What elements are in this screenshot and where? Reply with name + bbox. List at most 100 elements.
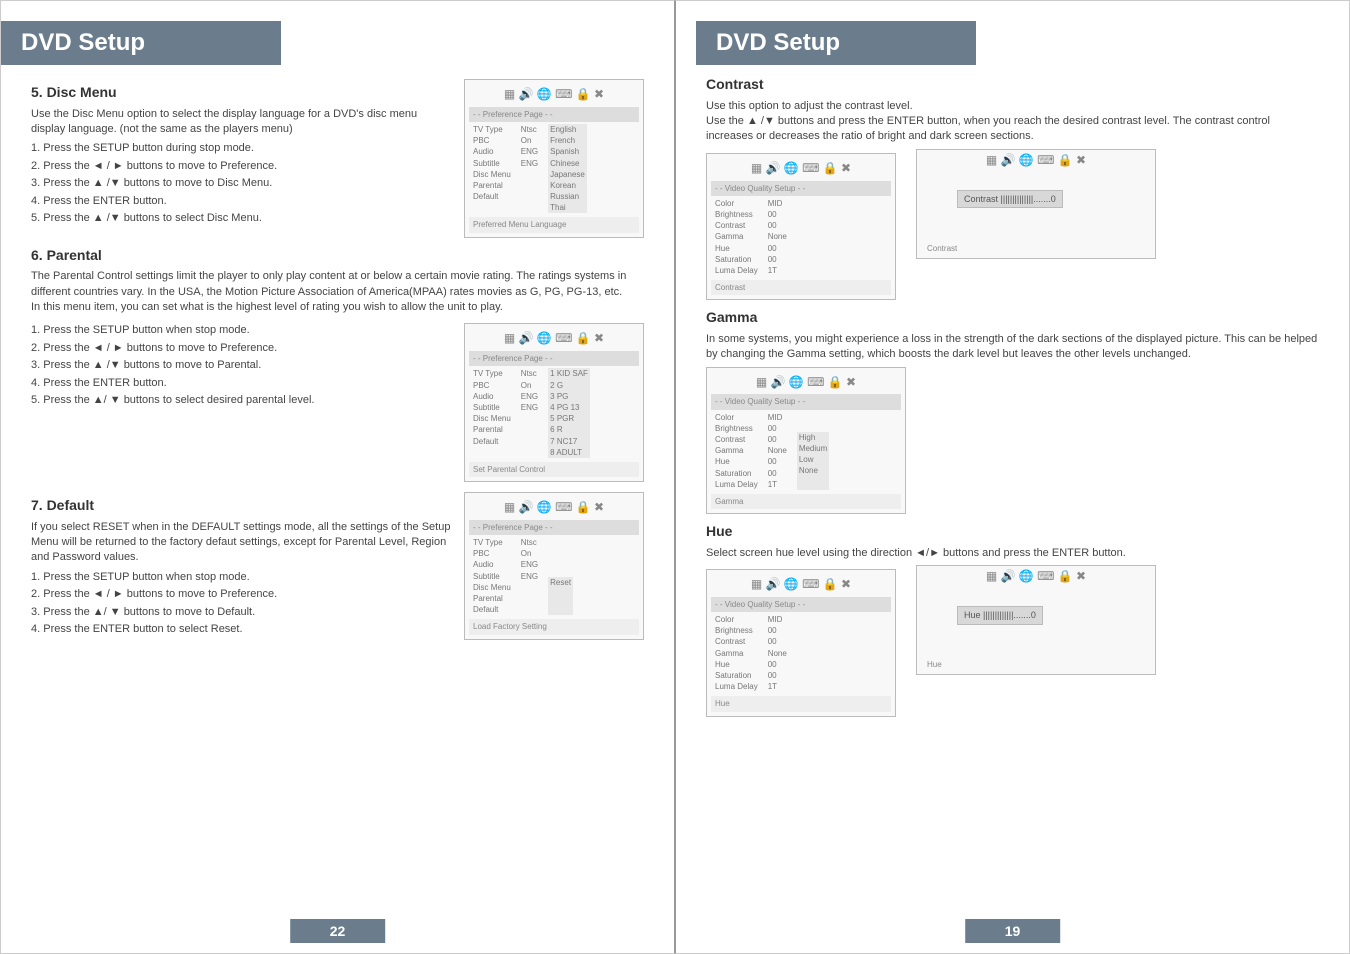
osd-val: 00: [768, 254, 787, 265]
step: 3. Press the ▲/ ▼ buttons to move to Def…: [31, 605, 454, 620]
osd-hue: ▦ 🔊 🌐 ⌨ 🔒 ✖ - - Video Quality Setup - - …: [706, 569, 896, 716]
contrast-slider: Contrast ||||||||||||||.......0: [957, 190, 1063, 209]
contrast-desc: Use this option to adjust the contrast l…: [706, 99, 1319, 145]
osd-val: None: [768, 231, 787, 242]
osd-icons: ▦ 🔊 🌐 ⌨ 🔒 ✖: [711, 372, 901, 393]
sec7-title: 7. Default: [31, 496, 454, 516]
osd-item: Default: [473, 436, 511, 447]
hue-slider-box: ▦ 🔊 🌐 ⌨ 🔒 ✖ Hue |||||||||||||.......0 Hu…: [916, 565, 1156, 675]
osd-opt: Chinese: [550, 158, 585, 169]
step: 1. Press the SETUP button during stop mo…: [31, 141, 454, 156]
osd-opt: 3 PG: [550, 391, 588, 402]
gamma-title: Gamma: [706, 308, 1319, 328]
osd-val: ENG: [521, 571, 538, 582]
osd-opt: None: [799, 465, 827, 476]
osd-title: - - Preference Page - -: [469, 107, 639, 122]
banner-right: DVD Setup: [696, 21, 976, 65]
step: 3. Press the ▲ /▼ buttons to move to Par…: [31, 358, 454, 373]
osd-item: Subtitle: [473, 402, 511, 413]
step: 3. Press the ▲ /▼ buttons to move to Dis…: [31, 176, 454, 191]
osd-item: Default: [473, 604, 511, 615]
hue-desc: Select screen hue level using the direct…: [706, 546, 1319, 561]
osd-opt: Korean: [550, 180, 585, 191]
osd-val: MID: [768, 614, 787, 625]
contrast-title: Contrast: [706, 75, 1319, 95]
osd-title: - - Video Quality Setup - -: [711, 597, 891, 612]
osd-val: None: [768, 648, 787, 659]
osd-footer: Set Parental Control: [469, 462, 639, 477]
osd-item: Disc Menu: [473, 582, 511, 593]
osd-item: Saturation: [715, 254, 758, 265]
osd-item: Audio: [473, 559, 511, 570]
osd-icons: ▦ 🔊 🌐 ⌨ 🔒 ✖: [469, 328, 639, 349]
slider-footer: Hue: [927, 659, 942, 670]
osd-item: Contrast: [715, 434, 758, 445]
osd-val: 1T: [768, 681, 787, 692]
osd-item: Luma Delay: [715, 265, 758, 276]
osd-title: - - Video Quality Setup - -: [711, 394, 901, 409]
page-19: DVD Setup Contrast Use this option to ad…: [675, 0, 1350, 954]
osd-val: ENG: [521, 158, 538, 169]
osd-val: On: [521, 135, 538, 146]
osd-icons: ▦ 🔊 🌐 ⌨ 🔒 ✖: [917, 566, 1155, 587]
osd-val: Ntsc: [521, 368, 538, 379]
osd-item: Hue: [715, 456, 758, 467]
osd-item: Disc Menu: [473, 413, 511, 424]
step: 2. Press the ◄ / ► buttons to move to Pr…: [31, 341, 454, 356]
page-number: 19: [965, 919, 1061, 943]
osd-item: TV Type: [473, 124, 511, 135]
osd-item: Hue: [715, 659, 758, 670]
osd-item: PBC: [473, 135, 511, 146]
osd-icons: ▦ 🔊 🌐 ⌨ 🔒 ✖: [711, 158, 891, 179]
osd-item: PBC: [473, 548, 511, 559]
osd-item: Parental: [473, 180, 511, 191]
sec6-title: 6. Parental: [31, 246, 644, 266]
sec5-title: 5. Disc Menu: [31, 83, 454, 103]
osd-item: Saturation: [715, 468, 758, 479]
osd-contrast: ▦ 🔊 🌐 ⌨ 🔒 ✖ - - Video Quality Setup - - …: [706, 153, 896, 300]
osd-opt: English: [550, 124, 585, 135]
osd-opt: Medium: [799, 443, 827, 454]
osd-val: Ntsc: [521, 537, 538, 548]
banner-left: DVD Setup: [1, 21, 281, 65]
osd-footer: Contrast: [711, 280, 891, 295]
osd-item: Color: [715, 198, 758, 209]
osd-icons: ▦ 🔊 🌐 ⌨ 🔒 ✖: [711, 574, 891, 595]
osd-val: 00: [768, 670, 787, 681]
sec7-desc: If you select RESET when in the DEFAULT …: [31, 520, 454, 566]
step: 4. Press the ENTER button to select Rese…: [31, 622, 454, 637]
osd-val: ENG: [521, 146, 538, 157]
osd-item: Brightness: [715, 423, 758, 434]
osd-item: Parental: [473, 424, 511, 435]
osd-item: Default: [473, 191, 511, 202]
osd-gamma: ▦ 🔊 🌐 ⌨ 🔒 ✖ - - Video Quality Setup - - …: [706, 367, 906, 514]
osd-val: 00: [768, 220, 787, 231]
osd-parental: ▦ 🔊 🌐 ⌨ 🔒 ✖ - - Preference Page - - TV T…: [464, 323, 644, 482]
hue-slider: Hue |||||||||||||.......0: [957, 606, 1043, 625]
osd-opt: 8 ADULT: [550, 447, 588, 458]
osd-item: TV Type: [473, 537, 511, 548]
osd-val: ENG: [521, 559, 538, 570]
osd-opt: 5 PGR: [550, 413, 588, 424]
osd-default: ▦ 🔊 🌐 ⌨ 🔒 ✖ - - Preference Page - - TV T…: [464, 492, 644, 639]
osd-item: Contrast: [715, 636, 758, 647]
sec5-steps: 1. Press the SETUP button during stop mo…: [31, 141, 454, 226]
step: 2. Press the ◄ / ► buttons to move to Pr…: [31, 587, 454, 602]
osd-footer: Hue: [711, 696, 891, 711]
osd-val: 00: [768, 625, 787, 636]
osd-val: 00: [768, 659, 787, 670]
contrast-slider-box: ▦ 🔊 🌐 ⌨ 🔒 ✖ Contrast ||||||||||||||.....…: [916, 149, 1156, 259]
slider-footer: Contrast: [927, 243, 957, 254]
osd-opt: Spanish: [550, 146, 585, 157]
osd-item: Hue: [715, 243, 758, 254]
osd-title: - - Video Quality Setup - -: [711, 181, 891, 196]
osd-val: None: [768, 445, 787, 456]
osd-opt: 2 G: [550, 380, 588, 391]
osd-val: 1T: [768, 265, 787, 276]
osd-val: MID: [768, 198, 787, 209]
step: 4. Press the ENTER button.: [31, 194, 454, 209]
osd-opt: Japanese: [550, 169, 585, 180]
osd-icons: ▦ 🔊 🌐 ⌨ 🔒 ✖: [917, 150, 1155, 171]
osd-item: Gamma: [715, 648, 758, 659]
osd-item: Brightness: [715, 625, 758, 636]
